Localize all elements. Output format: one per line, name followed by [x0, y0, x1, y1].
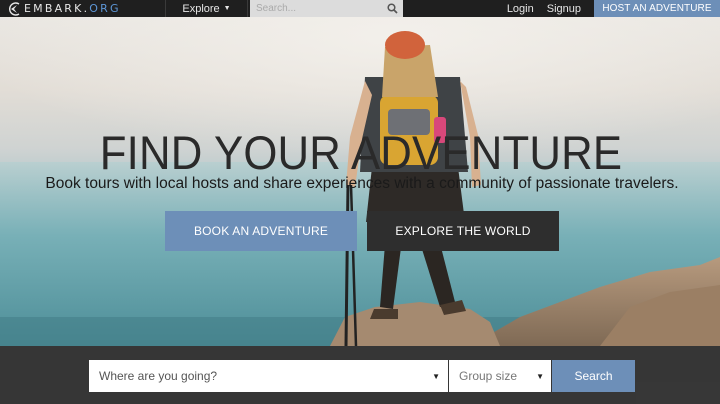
navbar-search-input[interactable]: [250, 0, 381, 17]
group-size-placeholder: Group size: [459, 369, 518, 383]
brand-name: EMBARK.ORG: [24, 2, 121, 15]
navbar-right: Login Signup HOST AN ADVENTURE: [507, 0, 720, 17]
destination-placeholder: Where are you going?: [99, 369, 218, 383]
navbar-search: [250, 0, 403, 17]
signup-link[interactable]: Signup: [547, 3, 581, 15]
explore-label: Explore: [182, 2, 220, 15]
hero-subtitle: Book tours with local hosts and share ex…: [45, 175, 679, 192]
explore-world-button[interactable]: EXPLORE THE WORLD: [367, 211, 559, 251]
brand-name-suffix: ORG: [89, 2, 121, 15]
explore-dropdown[interactable]: Explore ▼: [166, 0, 248, 17]
search-button[interactable]: Search: [552, 360, 635, 392]
destination-select[interactable]: Where are you going? ▼: [89, 360, 448, 392]
destination-search-bar: Where are you going? ▼ Group size ▼ Sear…: [0, 346, 720, 404]
brand-name-prefix: EMBARK.: [24, 2, 90, 15]
dropdown-arrow-icon: ▼: [432, 371, 440, 381]
top-navbar: EMBARK.ORG Explore ▼ Login Signup HOST A…: [0, 0, 720, 17]
compass-logo-icon: [9, 1, 20, 16]
login-link[interactable]: Login: [507, 3, 534, 15]
book-adventure-button[interactable]: BOOK AN ADVENTURE: [165, 211, 357, 251]
dropdown-arrow-icon: ▼: [536, 371, 544, 381]
host-adventure-button[interactable]: HOST AN ADVENTURE: [594, 0, 720, 17]
group-size-select[interactable]: Group size ▼: [449, 360, 551, 392]
hero-title: FIND YOUR ADVENTURE: [99, 126, 623, 179]
search-icon[interactable]: [381, 0, 403, 17]
hero-section: FIND YOUR ADVENTURE Book tours with loca…: [0, 17, 720, 346]
caret-down-icon: ▼: [223, 5, 231, 12]
brand-logo-link[interactable]: EMBARK.ORG: [0, 0, 166, 17]
